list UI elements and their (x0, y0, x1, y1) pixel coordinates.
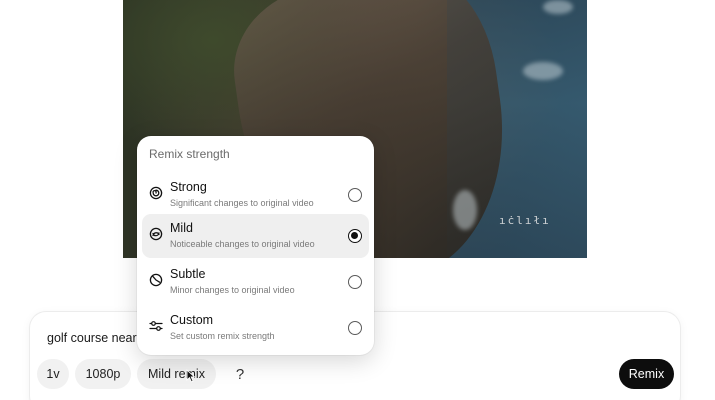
prompt-input[interactable]: golf course near (47, 331, 137, 345)
remix-screen: ıċlıłı golf course near 1v 1080p Mild re… (0, 0, 715, 400)
option-mild[interactable]: Mild Noticeable changes to original vide… (142, 214, 369, 258)
gauge-icon (149, 273, 163, 287)
mouse-cursor-icon (186, 369, 196, 383)
spiral-icon (149, 186, 163, 200)
option-label: Strong (170, 180, 207, 194)
versions-button[interactable]: 1v (37, 359, 69, 389)
resolution-button[interactable]: 1080p (75, 359, 131, 389)
radio-button-selected[interactable] (348, 229, 362, 243)
option-strong[interactable]: Strong Significant changes to original v… (142, 173, 369, 217)
radio-button[interactable] (348, 275, 362, 289)
video-foam (453, 190, 477, 230)
video-watermark: ıċlıłı (499, 214, 551, 227)
option-label: Mild (170, 221, 193, 235)
swirl-icon (149, 227, 163, 241)
option-subtle[interactable]: Subtle Minor changes to original video (142, 260, 369, 304)
option-description: Minor changes to original video (170, 285, 295, 295)
radio-button[interactable] (348, 321, 362, 335)
video-foam (523, 62, 563, 80)
option-custom[interactable]: Custom Set custom remix strength (142, 306, 369, 350)
radio-button[interactable] (348, 188, 362, 202)
menu-title: Remix strength (149, 147, 230, 161)
option-description: Set custom remix strength (170, 331, 275, 341)
remix-button[interactable]: Remix (619, 359, 674, 389)
option-description: Significant changes to original video (170, 198, 314, 208)
video-foam (543, 0, 573, 14)
option-label: Custom (170, 313, 214, 327)
option-description: Noticeable changes to original video (170, 239, 315, 249)
sliders-icon (149, 321, 163, 331)
remix-strength-button[interactable]: Mild remix (137, 359, 216, 389)
option-label: Subtle (170, 267, 206, 281)
remix-strength-menu: Remix strength Strong Significant change… (137, 136, 374, 355)
help-button[interactable]: ? (226, 359, 254, 389)
